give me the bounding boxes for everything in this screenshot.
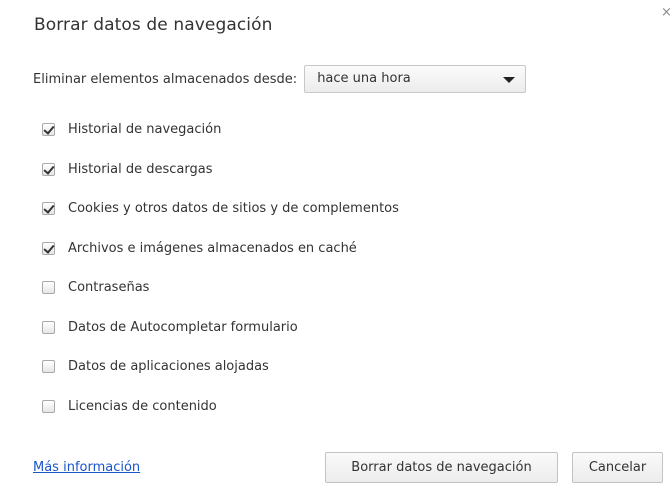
- data-type-options: Historial de navegación Historial de des…: [42, 110, 399, 426]
- browsing-history-checkbox[interactable]: [42, 123, 55, 137]
- option-label: Licencias de contenido: [68, 398, 217, 414]
- option-label: Historial de navegación: [68, 122, 222, 138]
- cache-checkbox[interactable]: [42, 241, 55, 255]
- passwords-checkbox[interactable]: [42, 281, 55, 295]
- dialog-title: Borrar datos de navegación: [34, 15, 273, 35]
- option-label: Cookies y otros datos de sitios y de com…: [68, 201, 399, 217]
- close-icon[interactable]: ×: [661, 6, 670, 19]
- option-passwords[interactable]: Contraseñas: [42, 268, 399, 308]
- option-label: Datos de Autocompletar formulario: [68, 319, 298, 335]
- time-period-dropdown[interactable]: hace una hora: [304, 65, 527, 93]
- cookies-checkbox[interactable]: [42, 202, 55, 216]
- more-info-link[interactable]: Más información: [33, 460, 140, 475]
- option-cache[interactable]: Archivos e imágenes almacenados en caché: [42, 229, 399, 269]
- option-browsing-history[interactable]: Historial de navegación: [42, 110, 399, 150]
- option-label: Contraseñas: [68, 280, 150, 296]
- cancel-button[interactable]: Cancelar: [572, 452, 663, 483]
- clear-browsing-data-button[interactable]: Borrar datos de navegación: [325, 452, 558, 483]
- option-label: Archivos e imágenes almacenados en caché: [68, 240, 357, 256]
- option-content-licenses[interactable]: Licencias de contenido: [42, 387, 399, 427]
- content-licenses-checkbox[interactable]: [42, 399, 55, 413]
- clear-browsing-data-dialog: Borrar datos de navegación × Eliminar el…: [0, 0, 670, 503]
- dropdown-arrow-icon: [503, 77, 516, 83]
- time-period-row: Eliminar elementos almacenados desde: ha…: [33, 64, 527, 94]
- time-period-label: Eliminar elementos almacenados desde:: [33, 71, 298, 87]
- hosted-app-data-checkbox[interactable]: [42, 360, 55, 374]
- option-cookies[interactable]: Cookies y otros datos de sitios y de com…: [42, 189, 399, 229]
- autofill-checkbox[interactable]: [42, 320, 55, 334]
- download-history-checkbox[interactable]: [42, 162, 55, 176]
- option-download-history[interactable]: Historial de descargas: [42, 150, 399, 190]
- option-label: Historial de descargas: [68, 161, 213, 177]
- time-period-selected-value: hace una hora: [317, 71, 411, 86]
- option-autofill[interactable]: Datos de Autocompletar formulario: [42, 308, 399, 348]
- option-hosted-app-data[interactable]: Datos de aplicaciones alojadas: [42, 347, 399, 387]
- option-label: Datos de aplicaciones alojadas: [68, 359, 269, 375]
